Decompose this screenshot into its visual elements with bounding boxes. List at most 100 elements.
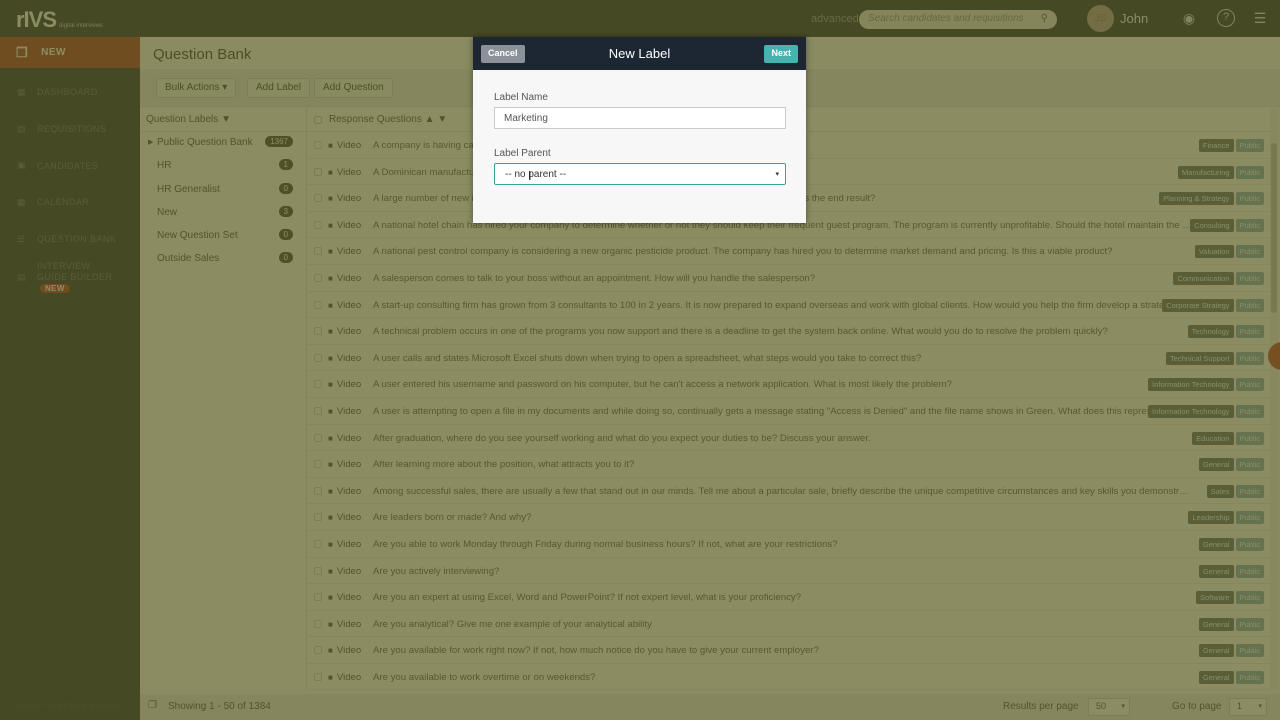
label-item[interactable]: New Question Set 0 [140, 225, 306, 248]
row-checkbox[interactable] [314, 300, 322, 309]
table-row[interactable]: ■ Video Are you available to work overtime… [308, 664, 1270, 691]
sort-icon[interactable]: ▲ [425, 114, 435, 125]
footer-links[interactable]: Privacy Policy | Terms of Service [18, 703, 119, 710]
row-checkbox[interactable] [314, 566, 322, 575]
globe-icon[interactable]: ◉ [1180, 9, 1198, 27]
category-tag[interactable]: Sales [1206, 484, 1234, 498]
category-tag[interactable]: Planning & Strategy [1159, 192, 1234, 206]
add-label-button[interactable]: Add Label [247, 78, 311, 98]
category-tag[interactable]: Corporate Strategy [1162, 298, 1234, 312]
next-button[interactable]: Next [764, 45, 798, 63]
category-tag[interactable]: General [1198, 458, 1234, 472]
category-tag[interactable]: Consulting [1190, 218, 1234, 232]
scrollbar-thumb[interactable] [1271, 143, 1277, 313]
row-checkbox[interactable] [314, 194, 322, 203]
row-checkbox[interactable] [314, 167, 322, 176]
question-text[interactable]: A user is attempting to open a file in m… [373, 406, 1193, 417]
category-tag[interactable]: Finance [1198, 139, 1234, 152]
results-per-page-select[interactable]: 50 ▾ [1088, 698, 1130, 716]
table-row[interactable]: ■ Video Are you actively interviewing? Gene… [308, 558, 1270, 585]
table-row[interactable]: ■ Video Are you available for work right n… [308, 637, 1270, 664]
question-text[interactable]: Are you available to work overtime or on… [373, 672, 1193, 683]
table-row[interactable]: ■ Video Are you able to work Monday throug… [308, 531, 1270, 558]
help-icon[interactable]: ? [1217, 9, 1235, 27]
table-row[interactable]: ■ Video A salesperson comes to talk to you… [308, 265, 1270, 292]
goto-page-select[interactable]: 1 ▾ [1229, 698, 1267, 716]
label-item[interactable]: New 3 [140, 202, 306, 225]
label-item[interactable]: HR 1 [140, 155, 306, 178]
category-tag[interactable]: Leadership [1188, 511, 1234, 525]
row-checkbox[interactable] [314, 513, 322, 522]
table-row[interactable]: ■ Video Are you analytical? Give me one ex… [308, 611, 1270, 638]
category-tag[interactable]: Education [1192, 431, 1234, 445]
row-checkbox[interactable] [314, 380, 322, 389]
question-text[interactable]: A start-up consulting firm has grown fro… [373, 300, 1193, 311]
label-parent-select[interactable]: -- no parent -- ▾ [494, 163, 786, 185]
row-checkbox[interactable] [314, 619, 322, 628]
question-text[interactable]: Are you able to work Monday through Frid… [373, 539, 1193, 550]
row-checkbox[interactable] [314, 460, 322, 469]
table-row[interactable]: ■ Video A user is attempting to open a fil… [308, 398, 1270, 425]
row-checkbox[interactable] [314, 539, 322, 548]
sidebar-item-interview-guide-builder[interactable]: ▤ INTERVIEW GUIDE BUILDER NEW [0, 257, 140, 297]
table-row[interactable]: ■ Video Are you an expert at using Excel, … [308, 584, 1270, 611]
cancel-button[interactable]: Cancel [481, 45, 525, 63]
table-row[interactable]: ■ Video A national pest control company is… [308, 238, 1270, 265]
table-row[interactable]: ■ Video After graduation, where do you see… [308, 425, 1270, 452]
avatar[interactable]: JS [1087, 5, 1114, 32]
question-text[interactable]: After graduation, where do you see yours… [373, 433, 1193, 444]
category-tag[interactable]: General [1198, 537, 1234, 551]
category-tag[interactable]: General [1198, 617, 1234, 631]
question-text[interactable]: Among successful sales, there are usuall… [373, 486, 1193, 497]
row-checkbox[interactable] [314, 353, 322, 362]
row-checkbox[interactable] [314, 406, 322, 415]
category-tag[interactable]: Communication [1173, 271, 1234, 285]
search-icon[interactable]: ⚲ [1041, 13, 1048, 24]
row-checkbox[interactable] [314, 593, 322, 602]
question-text[interactable]: After learning more about the position, … [373, 459, 1193, 470]
table-row[interactable]: ■ Video A user calls and states Microsoft … [308, 345, 1270, 372]
row-checkbox[interactable] [314, 247, 322, 256]
bulk-actions-button[interactable]: Bulk Actions ▾ [156, 78, 237, 98]
category-tag[interactable]: Information Technology [1148, 404, 1234, 418]
search-input[interactable]: Search candidates and requisitions ⚲ [859, 10, 1057, 29]
table-row[interactable]: ■ Video A user entered his username and pa… [308, 371, 1270, 398]
row-checkbox[interactable] [314, 646, 322, 655]
question-text[interactable]: A user calls and states Microsoft Excel … [373, 353, 1193, 364]
table-row[interactable]: ■ Video Among successful sales, there are … [308, 478, 1270, 505]
question-text[interactable]: A technical problem occurs in one of the… [373, 326, 1193, 337]
logo[interactable]: rIVS digital interviews [16, 7, 103, 33]
table-row[interactable]: ■ Video After learning more about the posi… [308, 451, 1270, 478]
label-item[interactable]: ▶ Public Question Bank 1367 [140, 132, 306, 155]
sidebar-item-candidates[interactable]: ▣ CANDIDATES [0, 147, 140, 184]
user-name[interactable]: John [1120, 11, 1148, 26]
row-checkbox[interactable] [314, 327, 322, 336]
row-checkbox[interactable] [314, 433, 322, 442]
category-tag[interactable]: Technology [1187, 325, 1234, 339]
filter-icon[interactable]: ▼ [221, 114, 231, 125]
row-checkbox[interactable] [314, 486, 322, 495]
select-all-checkbox[interactable] [314, 116, 322, 124]
label-item[interactable]: Outside Sales 0 [140, 248, 306, 271]
category-tag[interactable]: Technical Support [1165, 351, 1234, 365]
question-text[interactable]: A salesperson comes to talk to your boss… [373, 273, 1193, 284]
category-tag[interactable]: General [1198, 670, 1234, 684]
row-checkbox[interactable] [314, 273, 322, 282]
filter-icon[interactable]: ▼ [437, 114, 447, 125]
category-tag[interactable]: Software [1195, 591, 1234, 605]
label-item[interactable]: HR Generalist 0 [140, 179, 306, 202]
table-row[interactable]: ■ Video A technical problem occurs in one … [308, 318, 1270, 345]
question-text[interactable]: Are you analytical? Give me one example … [373, 619, 1193, 630]
row-checkbox[interactable] [314, 672, 322, 681]
table-row[interactable]: ■ Video A start-up consulting firm has gro… [308, 292, 1270, 319]
question-text[interactable]: Are you an expert at using Excel, Word a… [373, 592, 1193, 603]
category-tag[interactable]: Manufacturing [1178, 165, 1234, 179]
add-question-button[interactable]: Add Question [314, 78, 393, 98]
new-button[interactable]: ❐ NEW [0, 37, 140, 68]
category-tag[interactable]: General [1198, 644, 1234, 658]
row-checkbox[interactable] [314, 220, 322, 229]
sidebar-item-dashboard[interactable]: ▦ DASHBOARD [0, 74, 140, 111]
table-row[interactable]: ■ Video Are leaders born or made? And why?… [308, 504, 1270, 531]
category-tag[interactable]: General [1198, 564, 1234, 578]
row-checkbox[interactable] [314, 141, 322, 149]
